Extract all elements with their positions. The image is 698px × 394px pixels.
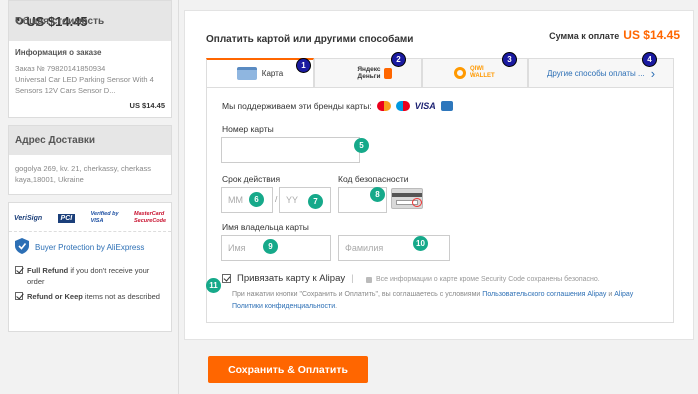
order-sidebar: Общая стоимость ↻ US $14.45 Информация о… — [8, 0, 172, 339]
order-info: Информация о заказе Заказ № 798201418509… — [9, 41, 171, 119]
security-logos: VeriSign PCI Verified by VISA MasterCard… — [9, 203, 171, 232]
annotation-badge: 1 — [296, 58, 311, 73]
amount-due-value: US $14.45 — [623, 28, 680, 42]
total-header: Общая стоимость ↻ US $14.45 — [9, 1, 171, 41]
bind-alipay-checkbox[interactable] — [222, 274, 231, 283]
secure-note: Все информации о карте кроме Security Co… — [366, 276, 600, 283]
payment-tabs: Карта Яндекс Деньги QIWI WALLET Другие с… — [206, 58, 674, 88]
payment-title: Оплатить картой или другими способами — [206, 34, 414, 45]
tab-card-label: Карта — [261, 69, 284, 78]
alipay-user-agreement-link[interactable]: Пользовательского соглашения Alipay — [482, 291, 606, 298]
buyer-protection: Buyer Protection by AliExpress Full Refu… — [9, 232, 171, 314]
bind-alipay-label[interactable]: Привязать карту к Alipay — [237, 273, 345, 284]
protection-item-text: Full Refund if you don't receive your or… — [27, 266, 150, 286]
tab-qiwi-label: QIWI WALLET — [470, 66, 495, 79]
order-summary-card: Общая стоимость ↻ US $14.45 Информация о… — [8, 0, 172, 118]
chevron-right-icon: › — [650, 65, 656, 81]
annotation-badge: 5 — [354, 138, 369, 153]
buyer-protection-title[interactable]: Buyer Protection by AliExpress — [35, 242, 144, 253]
order-info-title: Информация о заказе — [15, 48, 102, 57]
expiry-label: Срок действия — [222, 174, 281, 184]
expiry-separator: / — [275, 194, 278, 204]
expiry-month-placeholder: MM — [228, 195, 243, 205]
order-number: Заказ № 79820141850934 — [15, 64, 106, 73]
tab-yandex-money[interactable]: Яндекс Деньги — [314, 58, 422, 88]
security-card: VeriSign PCI Verified by VISA MasterCard… — [8, 202, 172, 332]
tab-yandex-label: Яндекс Деньги — [357, 66, 381, 80]
cvv-hint-card-icon — [391, 188, 423, 209]
first-name-placeholder: Имя — [228, 243, 246, 253]
annotation-badge: 9 — [263, 239, 278, 254]
supported-brands-label: Мы поддерживаем эти бренды карты: — [222, 101, 372, 111]
total-label: Общая стоимость — [15, 15, 105, 27]
lock-icon — [366, 276, 372, 283]
expiry-year-input[interactable]: YY — [279, 187, 331, 213]
check-icon — [15, 266, 23, 274]
visa-icon: VISA — [414, 101, 436, 111]
address-title: Адрес Доставки — [9, 126, 171, 155]
annotation-badge: 2 — [391, 52, 406, 67]
verified-by-visa-logo: Verified by VISA — [90, 211, 119, 224]
annotation-badge: 11 — [206, 278, 221, 293]
mastercard-icon — [376, 101, 391, 111]
annotation-badge: 7 — [308, 194, 323, 209]
terms-prefix: При нажатии кнопки "Сохранить и Оплатить… — [232, 291, 483, 298]
secure-note-text: Все информации о карте кроме Security Co… — [376, 276, 600, 283]
yandex-money-logo: Яндекс Деньги — [345, 66, 392, 80]
check-icon — [15, 292, 23, 300]
shield-icon — [15, 238, 29, 257]
credit-card-icon — [236, 67, 257, 80]
wallet-icon — [383, 67, 392, 79]
last-name-placeholder: Фамилия — [345, 243, 384, 253]
protection-item: Full Refund if you don't receive your or… — [15, 265, 165, 287]
card-number-input[interactable] — [221, 137, 360, 163]
annotation-badge: 10 — [413, 236, 428, 251]
bind-alipay-row: Привязать карту к Alipay | — [222, 273, 354, 284]
annotation-badge: 4 — [642, 52, 657, 67]
divider: | — [351, 273, 354, 284]
maestro-icon — [395, 101, 410, 111]
terms-notice: При нажатии кнопки "Сохранить и Оплатить… — [232, 289, 662, 313]
card-form — [206, 87, 674, 323]
amount-due-label: Сумма к оплате — [549, 31, 620, 41]
protection-item: Refund or Keep items not as described — [15, 291, 165, 302]
save-and-pay-button[interactable]: Сохранить & Оплатить — [208, 356, 368, 383]
last-name-input[interactable]: Фамилия — [338, 235, 450, 261]
expiry-year-placeholder: YY — [286, 195, 299, 205]
mastercard-securecode-logo: MasterCard SecureCode — [133, 211, 167, 224]
supported-brands: Мы поддерживаем эти бренды карты: VISA — [222, 101, 453, 111]
annotation-badge: 8 — [370, 187, 385, 202]
tab-other-label: Другие способы оплаты ... — [546, 68, 645, 78]
card-number-label: Номер карты — [222, 124, 274, 134]
terms-suffix: . — [335, 303, 338, 310]
annotation-badge: 6 — [249, 192, 264, 207]
annotation-badge: 3 — [502, 52, 517, 67]
cvv-label: Код безопасности — [338, 174, 409, 184]
expiry-month-input[interactable]: MM — [221, 187, 273, 213]
pci-logo: PCI — [57, 213, 76, 223]
buyer-protection-header: Buyer Protection by AliExpress — [15, 238, 165, 257]
column-divider — [178, 0, 179, 394]
protection-item-text: Refund or Keep items not as described — [27, 292, 160, 301]
amex-icon — [440, 101, 453, 111]
product-name[interactable]: Universal Car LED Parking Sensor With 4 … — [15, 74, 165, 96]
address-card: Адрес Доставки gogolya 269, kv. 21, cher… — [8, 125, 172, 195]
product-price: US $14.45 — [129, 101, 165, 110]
qiwi-icon — [454, 67, 466, 79]
cardholder-label: Имя владельца карты — [222, 222, 309, 232]
amount-due: Сумма к оплате US $14.45 — [549, 28, 680, 42]
address-text: gogolya 269, kv. 21, cherkassy, cherkass… — [15, 164, 152, 184]
verisign-logo: VeriSign — [14, 214, 43, 222]
